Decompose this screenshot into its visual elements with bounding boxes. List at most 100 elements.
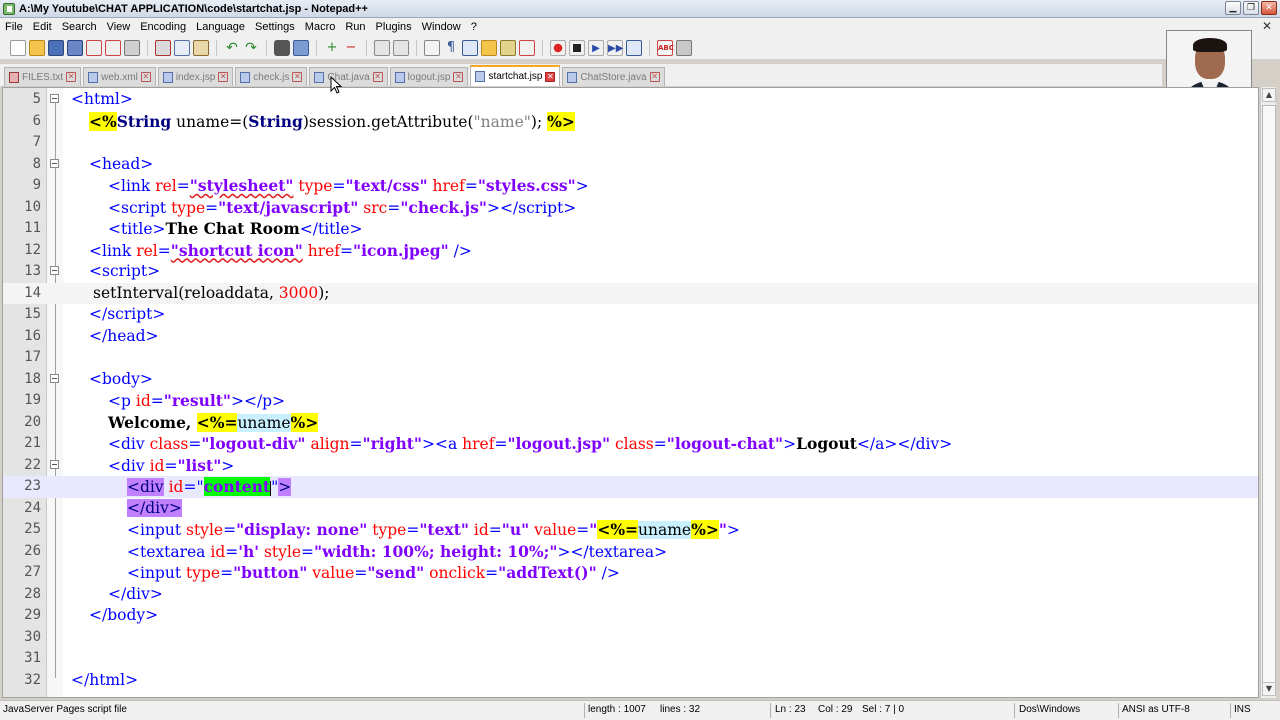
mouse-pointer-icon xyxy=(330,76,342,94)
function-list-icon[interactable] xyxy=(519,39,535,56)
code-text: <title>The Chat Room</title> xyxy=(108,219,363,238)
tab-logout-jsp[interactable]: logout.jsp ✕ xyxy=(389,67,469,86)
code-text: <link rel="stylesheet" type="text/css" h… xyxy=(108,176,589,195)
code-line: 31 xyxy=(3,648,1258,670)
vertical-scrollbar[interactable]: ▲ ▼ xyxy=(1260,87,1276,698)
menu-help[interactable]: ? xyxy=(466,21,482,33)
line-number: 9 xyxy=(32,177,41,193)
menu-settings[interactable]: Settings xyxy=(250,21,300,33)
play-macro-icon[interactable]: ▶ xyxy=(588,39,604,56)
menu-window[interactable]: Window xyxy=(417,21,466,33)
maximize-button[interactable]: ❐ xyxy=(1243,1,1259,15)
scrollbar-thumb[interactable] xyxy=(1262,105,1276,695)
find-icon[interactable] xyxy=(274,39,290,56)
plugin-icon[interactable] xyxy=(676,39,692,56)
replace-icon[interactable] xyxy=(293,39,309,56)
tab-web-xml[interactable]: web.xml ✕ xyxy=(83,67,156,86)
code-line: 6 <%String uname=(String)session.getAttr… xyxy=(3,111,1258,133)
tab-label: check.js xyxy=(253,71,290,83)
redo-icon[interactable]: ↷ xyxy=(243,40,259,56)
record-macro-icon[interactable] xyxy=(550,39,566,56)
tab-check-js[interactable]: check.js ✕ xyxy=(235,67,308,86)
code-line: 27 <input type="button" value="send" onc… xyxy=(3,562,1258,584)
tab-close-icon[interactable]: ✕ xyxy=(372,72,383,82)
minimize-button[interactable]: ▁ xyxy=(1225,1,1241,15)
tab-close-icon[interactable]: ✕ xyxy=(66,72,77,82)
tab-close-icon[interactable]: ✕ xyxy=(218,72,229,82)
sync-vertical-icon[interactable] xyxy=(374,39,390,56)
window-controls: ▁ ❐ ✕ xyxy=(1225,1,1277,15)
code-text: </head> xyxy=(89,326,159,345)
code-line: 26 <textarea id='h' style="width: 100%; … xyxy=(3,541,1258,563)
tab-close-icon[interactable]: ✕ xyxy=(453,72,464,82)
spell-check-icon[interactable]: ABC xyxy=(657,39,674,56)
line-number: 24 xyxy=(24,499,41,516)
show-all-chars-icon[interactable]: ¶ xyxy=(443,40,459,56)
tab-index-jsp[interactable]: index.jsp ✕ xyxy=(157,67,234,86)
copy-icon[interactable] xyxy=(174,39,190,56)
status-line: Ln : 23 xyxy=(775,704,806,715)
line-number: 31 xyxy=(24,650,41,666)
code-line: 30 xyxy=(3,627,1258,649)
save-all-icon[interactable] xyxy=(67,39,83,56)
print-icon[interactable] xyxy=(124,39,140,56)
code-text: </html> xyxy=(71,670,139,689)
cut-icon[interactable] xyxy=(155,39,171,56)
word-wrap-icon[interactable] xyxy=(424,39,440,56)
indent-guide-icon[interactable] xyxy=(462,39,478,56)
tab-label: FILES.txt xyxy=(22,71,64,83)
play-multiple-icon[interactable]: ▶▶ xyxy=(607,39,623,56)
menu-encoding[interactable]: Encoding xyxy=(135,21,191,33)
notepadpp-icon xyxy=(3,2,15,15)
menu-file[interactable]: File xyxy=(0,21,28,33)
toolbar-separator xyxy=(316,39,317,56)
save-icon[interactable] xyxy=(48,39,64,56)
open-file-icon[interactable] xyxy=(29,39,45,56)
scroll-down-icon[interactable]: ▼ xyxy=(1262,682,1276,696)
line-number: 25 xyxy=(24,521,41,537)
tab-chat-java[interactable]: Chat.java ✕ xyxy=(309,67,388,86)
code-text: <p id="result"></p> xyxy=(108,391,286,410)
scroll-up-icon[interactable]: ▲ xyxy=(1262,88,1276,102)
menu-search[interactable]: Search xyxy=(57,21,102,33)
close-button[interactable]: ✕ xyxy=(1261,1,1277,15)
status-selection: Sel : 7 | 0 xyxy=(862,704,905,715)
code-line: 9 <link rel="stylesheet" type="text/css"… xyxy=(3,175,1258,197)
zoom-out-icon[interactable]: − xyxy=(343,40,359,56)
menu-macro[interactable]: Macro xyxy=(300,21,341,33)
zoom-in-icon[interactable]: + xyxy=(324,40,340,56)
toolbar: ↶ ↷ + − ¶ ▶ ▶▶ ABC xyxy=(0,36,1280,60)
code-line: 28 </div> xyxy=(3,584,1258,606)
tab-close-icon[interactable]: ✕ xyxy=(292,72,303,82)
line-number: 10 xyxy=(24,198,41,215)
close-all-icon[interactable] xyxy=(105,39,121,56)
tab-chatstore-java[interactable]: ChatStore.java ✕ xyxy=(562,67,665,86)
paste-icon[interactable] xyxy=(193,39,209,56)
code-text: <body> xyxy=(89,369,153,388)
tab-startchat-jsp[interactable]: startchat.jsp ✕ xyxy=(470,65,561,86)
doc-map-icon[interactable] xyxy=(500,39,516,56)
toolbar-separator xyxy=(542,39,543,56)
file-icon xyxy=(9,71,19,83)
menu-language[interactable]: Language xyxy=(191,21,250,33)
menu-run[interactable]: Run xyxy=(340,21,370,33)
file-icon xyxy=(567,71,578,83)
line-number: 6 xyxy=(32,112,41,129)
new-file-icon[interactable] xyxy=(10,39,26,56)
close-document-icon[interactable]: ✕ xyxy=(1262,19,1272,33)
menu-plugins[interactable]: Plugins xyxy=(371,21,417,33)
tab-close-icon[interactable]: ✕ xyxy=(545,71,556,82)
save-macro-icon[interactable] xyxy=(626,39,642,56)
code-text: </body> xyxy=(89,606,159,624)
tab-close-icon[interactable]: ✕ xyxy=(649,72,660,82)
code-editor[interactable]: 5 <html> 6 <%String uname=(String)sessio… xyxy=(2,87,1259,698)
stop-macro-icon[interactable] xyxy=(569,39,585,56)
sync-horizontal-icon[interactable] xyxy=(393,39,409,56)
folder-as-workspace-icon[interactable] xyxy=(481,39,497,56)
menu-edit[interactable]: Edit xyxy=(28,21,57,33)
menu-view[interactable]: View xyxy=(102,21,136,33)
close-file-icon[interactable] xyxy=(86,39,102,56)
undo-icon[interactable]: ↶ xyxy=(224,40,240,56)
tab-files-txt[interactable]: FILES.txt ✕ xyxy=(4,67,82,86)
tab-close-icon[interactable]: ✕ xyxy=(140,72,151,82)
